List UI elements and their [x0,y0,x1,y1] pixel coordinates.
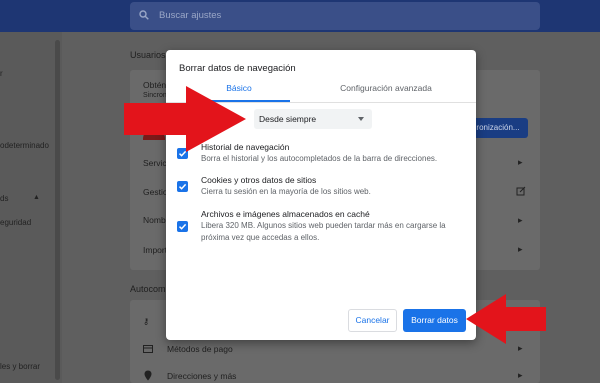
chevron-right-icon: ▸ [518,215,523,225]
sync-button[interactable]: ronización... [468,118,528,138]
chevron-right-icon: ▸ [518,157,523,167]
clear-data-button[interactable]: Borrar datos [403,309,466,332]
sidebar-item-label[interactable]: r [0,69,3,78]
time-range-select[interactable]: Desde siempre [254,109,372,129]
browsing-history-desc: Borra el historial y los autocompletados… [201,154,438,163]
dropdown-caret-icon [358,117,364,121]
cached-files-checkbox[interactable] [177,221,188,232]
key-icon: ⚷ [143,316,150,326]
location-pin-icon [144,370,152,381]
checkmark-icon [178,223,187,230]
annotation-arrow-left [466,294,546,344]
sidebar-item-label[interactable]: les y borrar [0,362,40,371]
chevron-right-icon: ▸ [518,244,523,254]
chevron-right-icon: ▸ [518,343,523,353]
search-icon [139,10,149,20]
credit-card-icon [143,345,153,353]
sidebar-scrollbar[interactable] [55,40,60,380]
settings-row-label[interactable]: Import [143,245,167,255]
time-range-value: Desde siempre [259,114,317,124]
section-heading-autofill: Autocom [130,284,166,294]
cookies-checkbox[interactable] [177,181,188,192]
settings-toolbar: Buscar ajustes [0,0,600,32]
cancel-button[interactable]: Cancelar [348,309,397,332]
settings-row-label[interactable]: Métodos de pago [167,344,233,354]
external-link-icon[interactable] [516,186,526,196]
cached-files-title: Archivos e imágenes almacenados en caché [201,209,370,219]
section-heading-users: Usuarios [130,50,166,60]
sidebar-item-label[interactable]: eguridad [0,218,31,227]
tab-advanced[interactable]: Configuración avanzada [326,83,446,100]
chevron-up-icon: ▲ [33,194,40,201]
settings-sidebar [0,32,62,383]
sidebar-item-label[interactable]: odeterminado [0,141,49,150]
sidebar-item-label[interactable]: ds [0,194,8,203]
dialog-title: Borrar datos de navegación [179,63,296,74]
search-placeholder: Buscar ajustes [159,10,222,21]
cached-files-desc: Libera 320 MB. Algunos sitios web pueden… [201,221,446,242]
annotation-arrow-right [124,86,246,152]
search-settings-field[interactable]: Buscar ajustes [130,2,540,30]
settings-row-label[interactable]: Direcciones y más [167,371,236,381]
cookies-desc: Cierra tu sesión en la mayoría de los si… [201,187,371,196]
cookies-title: Cookies y otros datos de sitios [201,175,317,185]
chevron-right-icon: ▸ [518,370,523,380]
checkmark-icon [178,183,187,190]
